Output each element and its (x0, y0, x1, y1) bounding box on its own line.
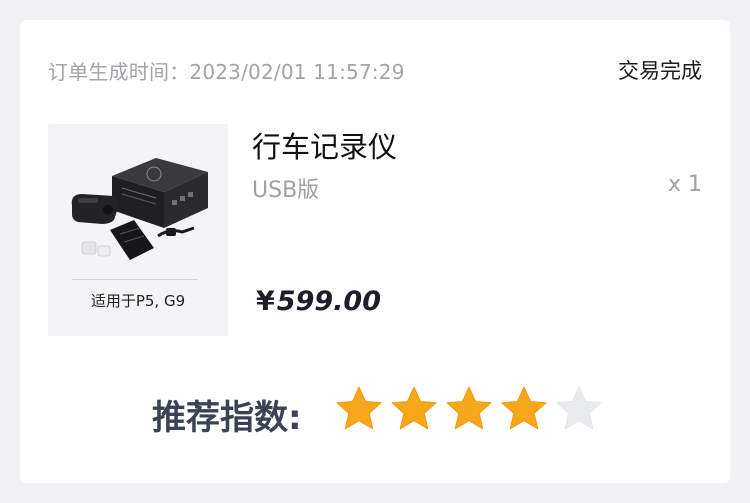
product-variant: USB版 (252, 178, 320, 203)
product-price: ¥599.00 (256, 286, 381, 317)
star-filled-icon[interactable] (499, 384, 549, 434)
image-divider (72, 279, 198, 280)
order-created-value: 2023/02/01 11:57:29 (189, 60, 405, 84)
product-name[interactable]: 行车记录仪 (252, 124, 397, 166)
order-created-label: 订单生成时间： (48, 60, 190, 84)
star-empty-icon[interactable] (554, 384, 604, 434)
product-quantity: x 1 (667, 172, 702, 197)
order-created-time: 订单生成时间：2023/02/01 11:57:29 (48, 56, 405, 85)
image-caption: 适用于P5, G9 (90, 292, 186, 310)
order-status: 交易完成 (618, 59, 702, 83)
order-card: 订单生成时间：2023/02/01 11:57:29 交易完成 适用于P5, G… (20, 20, 730, 483)
star-filled-icon[interactable] (389, 384, 439, 434)
star-filled-icon[interactable] (444, 384, 494, 434)
price-amount: 599.00 (276, 286, 381, 317)
product-image[interactable]: 适用于P5, G9 (48, 124, 228, 336)
rating-label: 推荐指数: (152, 398, 302, 438)
price-currency: ¥ (256, 286, 275, 317)
star-filled-icon[interactable] (334, 384, 384, 434)
